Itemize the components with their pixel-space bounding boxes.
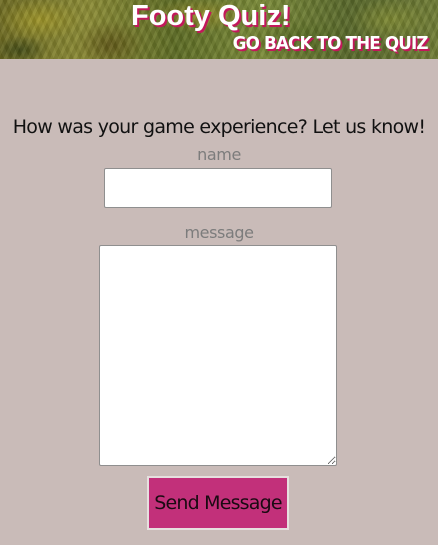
name-label: name: [197, 145, 241, 164]
send-message-button[interactable]: Send Message: [147, 476, 289, 530]
feedback-prompt: How was your game experience? Let us kno…: [12, 116, 426, 138]
message-field[interactable]: [99, 245, 337, 466]
back-to-quiz-link[interactable]: GO BACK TO THE QUIZ: [233, 33, 429, 55]
site-header: Footy Quiz! GO BACK TO THE QUIZ: [0, 0, 438, 59]
message-label: message: [184, 223, 254, 242]
site-title: Footy Quiz!: [131, 0, 291, 32]
name-field[interactable]: [104, 168, 332, 208]
